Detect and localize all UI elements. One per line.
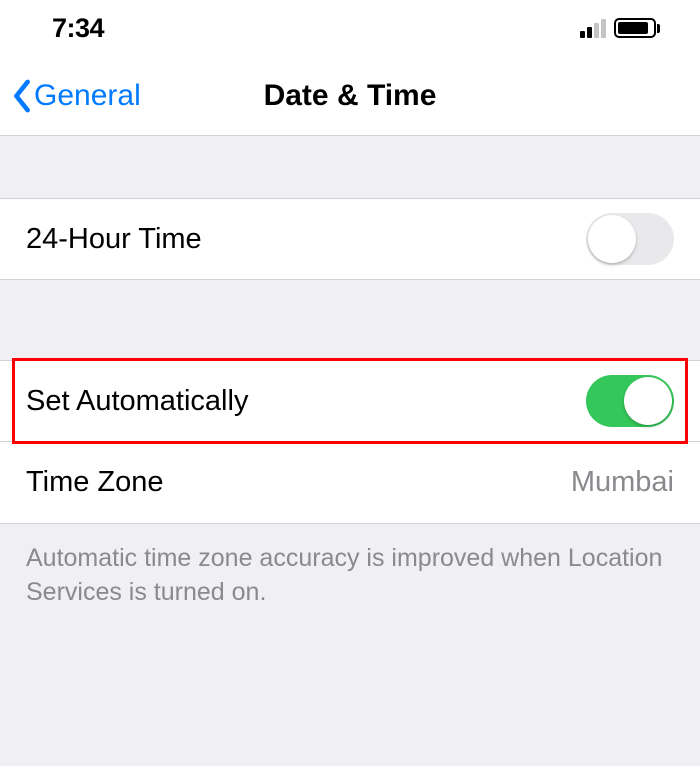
row-label: Time Zone bbox=[26, 466, 164, 499]
row-label: Set Automatically bbox=[26, 385, 248, 418]
status-bar: 7:34 bbox=[0, 0, 700, 56]
status-time: 7:34 bbox=[52, 13, 104, 44]
row-24-hour-time[interactable]: 24-Hour Time bbox=[0, 198, 700, 280]
footer-description: Automatic time zone accuracy is improved… bbox=[0, 524, 700, 628]
status-indicators bbox=[580, 18, 660, 38]
toggle-24-hour-time[interactable] bbox=[586, 213, 674, 265]
chevron-left-icon bbox=[12, 79, 32, 113]
toggle-set-automatically[interactable] bbox=[586, 375, 674, 427]
time-zone-value: Mumbai bbox=[571, 466, 674, 499]
row-label: 24-Hour Time bbox=[26, 223, 202, 256]
cellular-signal-icon bbox=[580, 18, 606, 38]
nav-bar: General Date & Time bbox=[0, 56, 700, 136]
battery-icon bbox=[614, 18, 660, 38]
page-title: Date & Time bbox=[264, 79, 437, 113]
back-button[interactable]: General bbox=[12, 79, 141, 113]
back-label: General bbox=[34, 79, 141, 113]
row-set-automatically[interactable]: Set Automatically bbox=[0, 360, 700, 442]
row-time-zone[interactable]: Time Zone Mumbai bbox=[0, 442, 700, 524]
